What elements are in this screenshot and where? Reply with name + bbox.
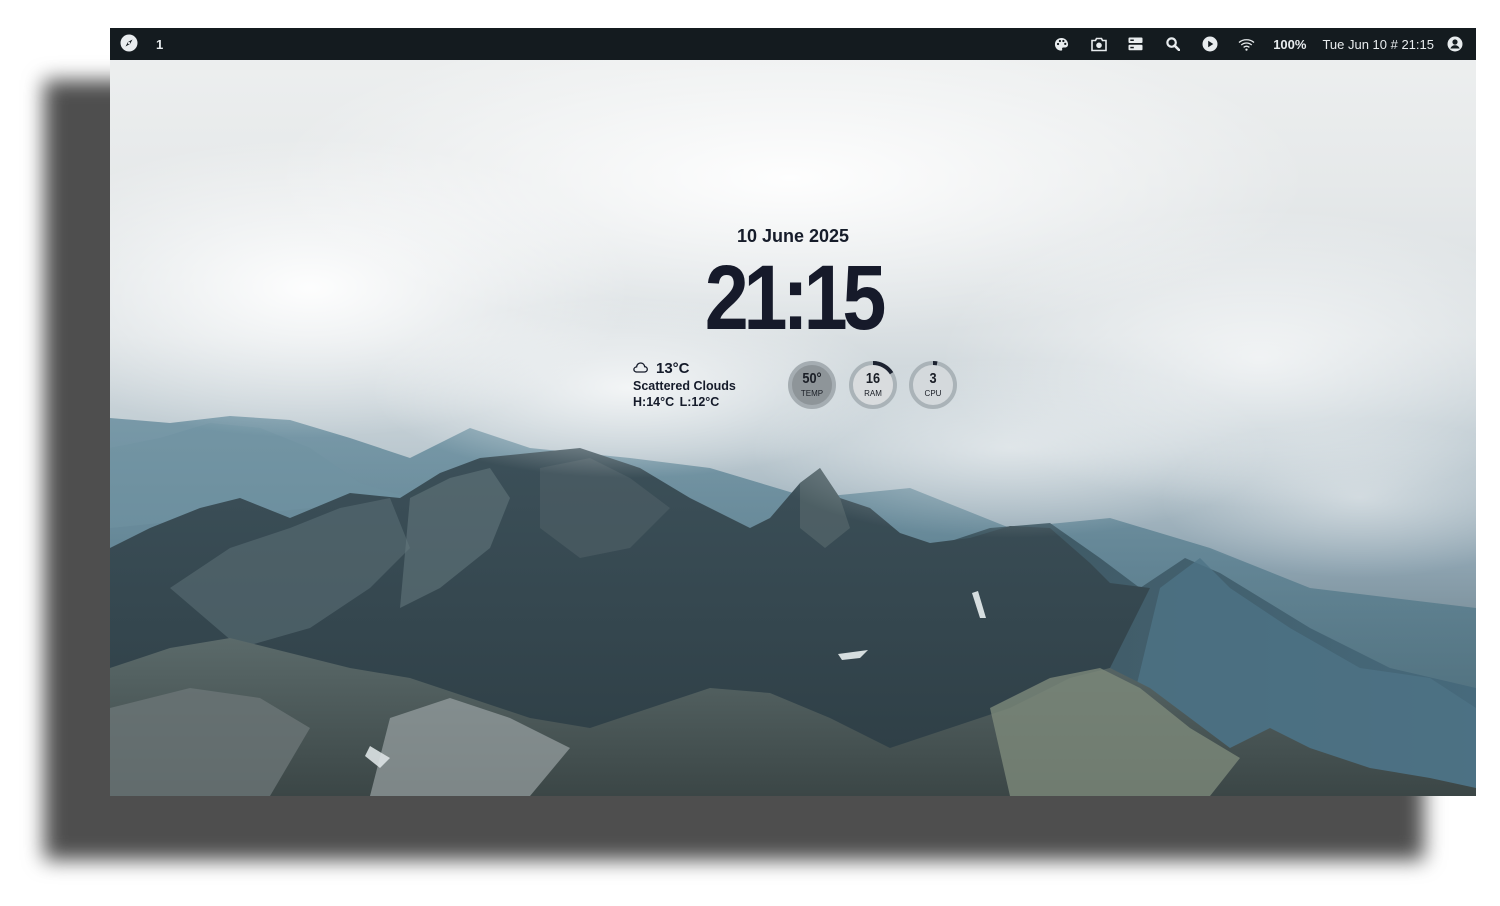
datetime-label[interactable]: Tue Jun 10 # 21:15 (1314, 37, 1442, 52)
weather-low: L:12°C (679, 395, 720, 409)
widget-clock: 21:15 (704, 247, 887, 349)
search-icon[interactable] (1154, 28, 1191, 60)
weather-temp: 13°C (656, 360, 690, 377)
gauge-label: TEMP (800, 389, 824, 398)
cpu-gauge: 3 CPU (909, 361, 957, 409)
wifi-icon[interactable] (1228, 28, 1265, 60)
top-bar: 1 100% Tue Jun 10 # 21:15 (110, 28, 1476, 60)
weather-high: H:14°C (633, 395, 675, 409)
weather-condition: Scattered Clouds (633, 379, 736, 393)
server-icon[interactable] (1117, 28, 1154, 60)
gauge-label: RAM (864, 389, 882, 398)
temp-gauge: 50° TEMP (788, 361, 836, 409)
palette-icon[interactable] (1043, 28, 1080, 60)
gauge-label: CPU (924, 389, 942, 398)
ram-gauge: 16 RAM (849, 361, 897, 409)
battery-percentage[interactable]: 100% (1265, 37, 1314, 52)
gauge-value: 16 (865, 370, 881, 387)
user-icon[interactable] (1442, 28, 1468, 60)
compass-icon[interactable] (120, 34, 138, 55)
play-icon[interactable] (1191, 28, 1228, 60)
weather-widget: 13°C Scattered Clouds H:14°C L:12°C (633, 360, 736, 409)
camera-icon[interactable] (1080, 28, 1117, 60)
workspace-indicator[interactable]: 1 (156, 37, 163, 52)
cloud-icon (633, 360, 648, 377)
gauge-value: 3 (929, 370, 937, 387)
mountain-wallpaper (110, 28, 1476, 796)
gauge-value: 50° (802, 370, 822, 387)
weather-hilo: H:14°C L:12°C (633, 395, 736, 409)
desktop-screen: 1 100% Tue Jun 10 # 21:15 10 June 2025 2… (110, 28, 1476, 796)
